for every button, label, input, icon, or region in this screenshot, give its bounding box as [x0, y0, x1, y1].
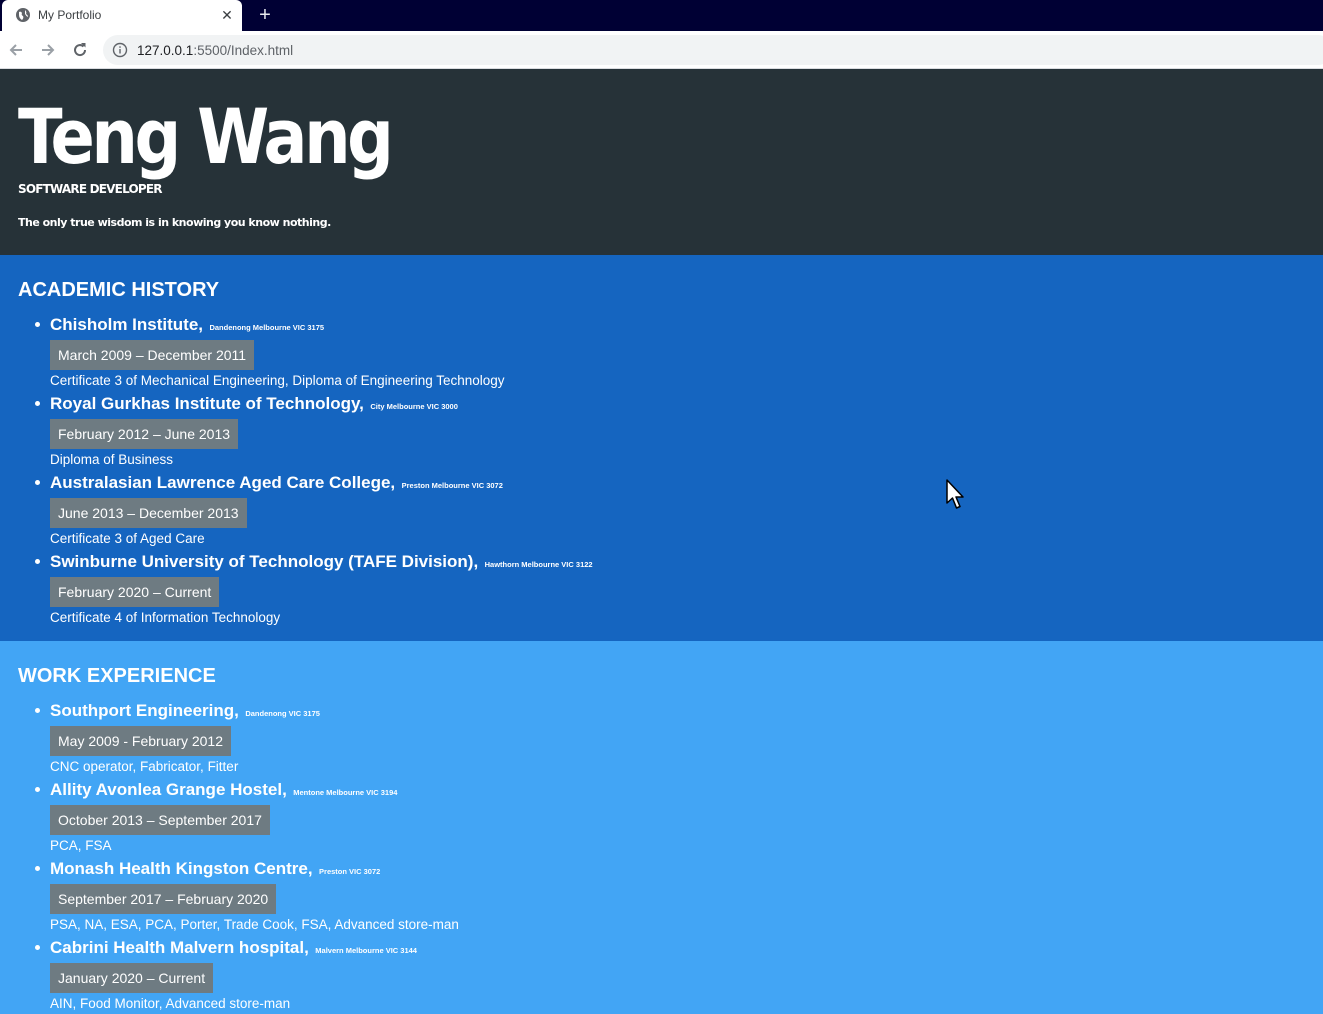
institution-name: Chisholm Institute,	[50, 315, 203, 334]
date-badge: June 2013 – December 2013	[50, 498, 247, 528]
institution-location: Hawthorn Melbourne VIC 3122	[484, 560, 593, 569]
browser-tab[interactable]: My Portfolio ✕	[2, 0, 242, 31]
list-item: Cabrini Health Malvern hospital, Malvern…	[35, 938, 459, 1014]
employer-name: Cabrini Health Malvern hospital,	[50, 938, 309, 957]
bullet	[35, 866, 40, 871]
qualification-text: Certificate 3 of Mechanical Engineering,…	[50, 373, 505, 388]
qualification-text: Diploma of Business	[50, 452, 174, 467]
close-tab-icon[interactable]: ✕	[218, 6, 236, 24]
employer-location: Malvern Melbourne VIC 3144	[315, 946, 417, 955]
academic-history-section: ACADEMIC HISTORY Chisholm Institute, Dan…	[0, 255, 1323, 641]
tab-title: My Portfolio	[38, 8, 102, 22]
address-bar[interactable]: 127.0.0.1:5500/Index.html	[103, 35, 1323, 65]
institution-location: Dandenong Melbourne VIC 3175	[209, 323, 325, 332]
mouse-pointer-icon	[946, 479, 964, 509]
hero-role: SOFTWARE DEVELOPER	[18, 182, 163, 196]
page-content: Teng Wang SOFTWARE DEVELOPER The only tr…	[0, 69, 1323, 1014]
roles-text: PCA, FSA	[50, 838, 112, 853]
list-item: Swinburne University of Technology (TAFE…	[35, 552, 593, 632]
work-list: Southport Engineering, Dandenong VIC 317…	[35, 701, 459, 1014]
date-badge: January 2020 – Current	[50, 963, 214, 993]
employer-name: Allity Avonlea Grange Hostel,	[50, 780, 287, 799]
bullet	[35, 945, 40, 950]
bullet	[35, 480, 40, 485]
tab-strip: My Portfolio ✕ +	[0, 0, 1323, 31]
roles-text: CNC operator, Fabricator, Fitter	[50, 759, 239, 774]
employer-location: Preston VIC 3072	[319, 867, 381, 876]
list-item: Chisholm Institute, Dandenong Melbourne …	[35, 315, 593, 395]
list-item: Australasian Lawrence Aged Care College,…	[35, 473, 593, 553]
date-badge: February 2012 – June 2013	[50, 419, 239, 449]
date-badge: February 2020 – Current	[50, 577, 220, 607]
hero-name: Teng Wang	[18, 92, 394, 181]
academic-list: Chisholm Institute, Dandenong Melbourne …	[35, 315, 593, 632]
list-item: Allity Avonlea Grange Hostel, Mentone Me…	[35, 780, 459, 860]
date-badge: March 2009 – December 2011	[50, 340, 255, 370]
hero-quote: The only true wisdom is in knowing you k…	[18, 216, 331, 229]
date-badge: May 2009 - February 2012	[50, 726, 231, 756]
info-icon[interactable]	[112, 42, 128, 58]
url-host: 127.0.0.1	[137, 43, 194, 58]
reload-icon[interactable]	[70, 40, 90, 60]
section-title: ACADEMIC HISTORY	[18, 279, 220, 301]
bullet	[35, 559, 40, 564]
institution-name: Swinburne University of Technology (TAFE…	[50, 552, 479, 571]
employer-location: Dandenong VIC 3175	[245, 709, 320, 718]
url-text: 127.0.0.1:5500/Index.html	[137, 43, 293, 58]
bullet	[35, 787, 40, 792]
date-badge: October 2013 – September 2017	[50, 805, 270, 835]
institution-name: Royal Gurkhas Institute of Technology,	[50, 394, 364, 413]
institution-name: Australasian Lawrence Aged Care College,	[50, 473, 396, 492]
list-item: Royal Gurkhas Institute of Technology, C…	[35, 394, 593, 474]
bullet	[35, 401, 40, 406]
qualification-text: Certificate 4 of Information Technology	[50, 610, 281, 625]
new-tab-button[interactable]: +	[254, 4, 276, 26]
roles-text: AIN, Food Monitor, Advanced store-man	[50, 996, 291, 1011]
institution-location: City Melbourne VIC 3000	[370, 402, 458, 411]
employer-name: Monash Health Kingston Centre,	[50, 859, 313, 878]
hero-header: Teng Wang SOFTWARE DEVELOPER The only tr…	[0, 69, 1323, 255]
employer-name: Southport Engineering,	[50, 701, 239, 720]
bullet	[35, 708, 40, 713]
work-experience-section: WORK EXPERIENCE Southport Engineering, D…	[0, 641, 1323, 1014]
section-title: WORK EXPERIENCE	[18, 665, 216, 687]
globe-icon	[16, 8, 30, 22]
back-arrow-icon[interactable]	[6, 40, 26, 60]
employer-location: Mentone Melbourne VIC 3194	[293, 788, 398, 797]
date-badge: September 2017 – February 2020	[50, 884, 277, 914]
institution-location: Preston Melbourne VIC 3072	[401, 481, 503, 490]
browser-toolbar: 127.0.0.1:5500/Index.html	[0, 31, 1323, 69]
qualification-text: Certificate 3 of Aged Care	[50, 531, 205, 546]
forward-arrow-icon[interactable]	[38, 40, 58, 60]
list-item: Southport Engineering, Dandenong VIC 317…	[35, 701, 459, 781]
bullet	[35, 322, 40, 327]
url-path: :5500/Index.html	[193, 43, 294, 58]
list-item: Monash Health Kingston Centre, Preston V…	[35, 859, 459, 939]
roles-text: PSA, NA, ESA, PCA, Porter, Trade Cook, F…	[50, 917, 459, 932]
